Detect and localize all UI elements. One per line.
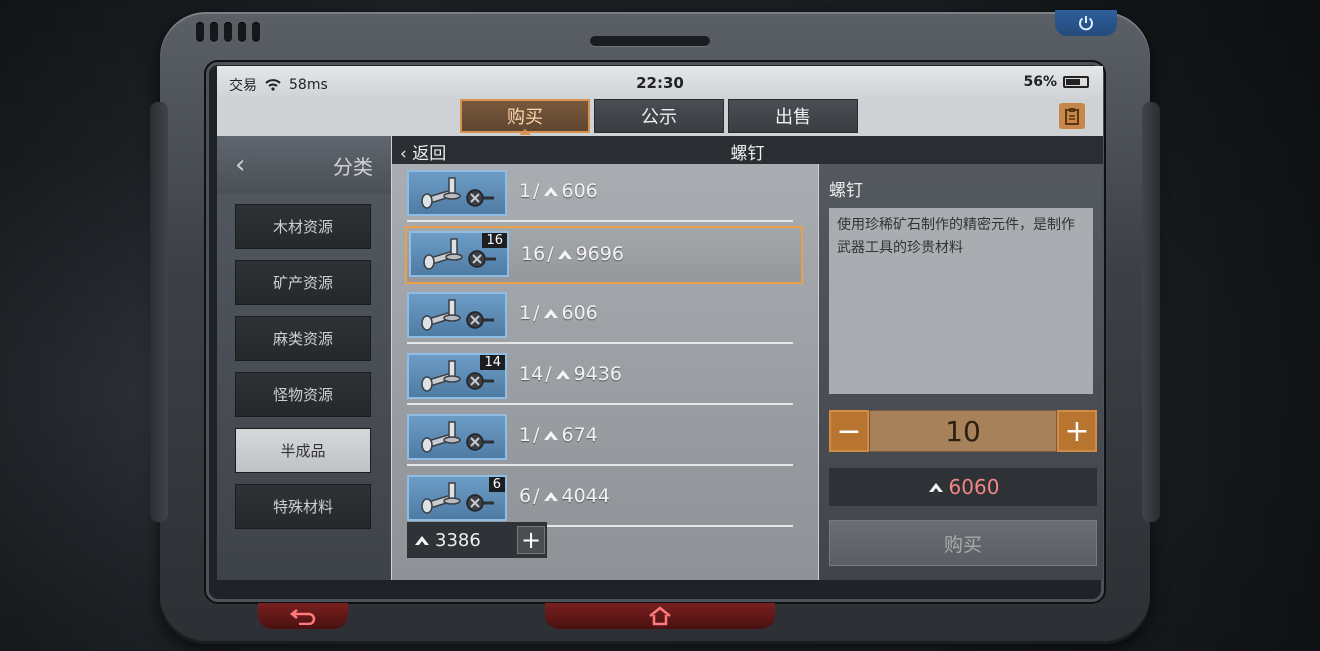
decrease-button[interactable]: − — [829, 410, 869, 452]
tab-notice[interactable]: 公示 — [594, 99, 724, 133]
listing-row[interactable]: 14 14/9436 — [407, 351, 793, 405]
return-icon — [289, 609, 316, 625]
silver-icon — [928, 483, 943, 492]
listing-qty: 6 — [519, 485, 532, 507]
detail-panel: 螺钉 使用珍稀矿石制作的精密元件，是制作武器工具的珍贵材料 − 10 + 606… — [819, 164, 1103, 580]
price-separator: / — [533, 485, 540, 507]
clipboard-button[interactable] — [1059, 103, 1085, 129]
stack-count-badge: 6 — [488, 477, 505, 492]
silver-icon — [555, 370, 570, 379]
item-thumbnail: 6 — [407, 475, 507, 521]
buy-button[interactable]: 购买 — [829, 520, 1097, 566]
listing-row[interactable]: 6 6/4044 — [407, 473, 793, 527]
battery-icon — [1063, 76, 1089, 88]
listing-price: 1/ 606 — [519, 302, 598, 324]
item-thumbnail — [407, 414, 507, 460]
listing-price: 16/ 9696 — [521, 243, 624, 265]
listing-row[interactable]: 16 16/9696 — [405, 226, 803, 284]
item-thumbnail — [407, 170, 507, 216]
screw-icon — [421, 482, 494, 514]
category-item-semi-finished[interactable]: 半成品 — [235, 428, 371, 473]
stack-count-badge: 14 — [480, 355, 505, 370]
listing-unit-price: 674 — [561, 424, 598, 446]
frame-vent — [196, 22, 260, 42]
quantity-value[interactable]: 10 — [869, 410, 1057, 452]
silver-icon — [543, 187, 558, 196]
listing-unit-price: 4044 — [561, 485, 610, 507]
price-separator: / — [547, 243, 554, 265]
category-item-hemp[interactable]: 麻类资源 — [235, 316, 371, 361]
category-back-icon[interactable]: ‹ — [235, 150, 245, 180]
item-thumbnail — [407, 292, 507, 338]
tab-sell[interactable]: 出售 — [728, 99, 858, 133]
category-item-monster[interactable]: 怪物资源 — [235, 372, 371, 417]
silver-icon — [543, 431, 558, 440]
listing-unit-price: 606 — [561, 180, 598, 202]
price-separator: / — [533, 302, 540, 324]
listing-header: ‹ 返回 螺钉 — [392, 136, 1103, 164]
listing-unit-price: 606 — [561, 302, 598, 324]
item-title: 螺钉 — [730, 144, 765, 164]
listing-price: 6/ 4044 — [519, 485, 610, 507]
frame-speaker — [590, 36, 710, 46]
stack-count-badge: 16 — [482, 233, 507, 248]
frame-right-rail — [1142, 102, 1160, 522]
home-hardware-button[interactable] — [545, 603, 775, 629]
item-thumbnail: 14 — [407, 353, 507, 399]
add-currency-button[interactable]: + — [517, 526, 545, 554]
status-bar: 交易 58ms 22:30 56% — [217, 66, 1103, 100]
price-separator: / — [533, 424, 540, 446]
trade-screen: 交易 58ms 22:30 56% 购买 公示 出售 ‹ 分类 木材资源 矿产资… — [217, 66, 1103, 580]
power-button[interactable] — [1055, 10, 1117, 36]
category-title: 分类 — [333, 154, 373, 179]
quantity-stepper: − 10 + — [829, 410, 1097, 452]
category-item-special[interactable]: 特殊材料 — [235, 484, 371, 529]
listing-unit-price: 9696 — [575, 243, 624, 265]
listing-qty: 1 — [519, 424, 532, 446]
tab-buy[interactable]: 购买 — [460, 99, 590, 135]
screw-icon — [421, 421, 494, 453]
balance-value: 3386 — [435, 529, 481, 551]
item-thumbnail: 16 — [409, 231, 509, 277]
silver-icon — [557, 250, 572, 259]
listing-qty: 16 — [521, 243, 546, 265]
price-separator: / — [533, 180, 540, 202]
silver-icon — [543, 492, 558, 501]
clipboard-icon — [1065, 108, 1079, 125]
category-header: ‹ 分类 — [217, 136, 391, 194]
total-value: 6060 — [948, 475, 1000, 499]
detail-description: 使用珍稀矿石制作的精密元件，是制作武器工具的珍贵材料 — [829, 208, 1093, 394]
listing-qty: 1 — [519, 180, 532, 202]
trade-tabs: 购买 公示 出售 — [460, 99, 858, 135]
listing-panel: 1/606 16 16/9696 1/606 14 14/9436 1/674 6 6/4044… — [392, 164, 818, 580]
silver-icon — [543, 309, 558, 318]
listing-row[interactable]: 1/ 606 — [407, 290, 793, 344]
listing-row[interactable]: 1/ 606 — [407, 168, 793, 222]
battery-percent: 56% — [1023, 74, 1057, 90]
listing-price: 1/ 674 — [519, 424, 598, 446]
listing-unit-price: 9436 — [573, 363, 622, 385]
category-item-ore[interactable]: 矿产资源 — [235, 260, 371, 305]
listing-row[interactable]: 1/ 674 — [407, 412, 793, 466]
power-icon — [1079, 16, 1093, 31]
increase-button[interactable]: + — [1057, 410, 1097, 452]
category-list: 木材资源 矿产资源 麻类资源 怪物资源 半成品 特殊材料 — [217, 194, 391, 529]
category-panel: ‹ 分类 木材资源 矿产资源 麻类资源 怪物资源 半成品 特殊材料 — [217, 136, 391, 580]
listing-price: 1/ 606 — [519, 180, 598, 202]
price-separator: / — [545, 363, 552, 385]
home-icon — [649, 606, 671, 626]
listing-qty: 14 — [519, 363, 544, 385]
screw-icon — [421, 177, 494, 209]
total-price: 6060 — [829, 468, 1097, 506]
listing-qty: 1 — [519, 302, 532, 324]
clock: 22:30 — [636, 74, 684, 92]
detail-name: 螺钉 — [829, 181, 863, 201]
listing-price: 14/ 9436 — [519, 363, 622, 385]
category-item-wood[interactable]: 木材资源 — [235, 204, 371, 249]
screw-icon — [421, 299, 494, 331]
back-hardware-button[interactable] — [258, 603, 348, 629]
frame-left-rail — [150, 102, 168, 522]
silver-icon — [415, 536, 429, 545]
